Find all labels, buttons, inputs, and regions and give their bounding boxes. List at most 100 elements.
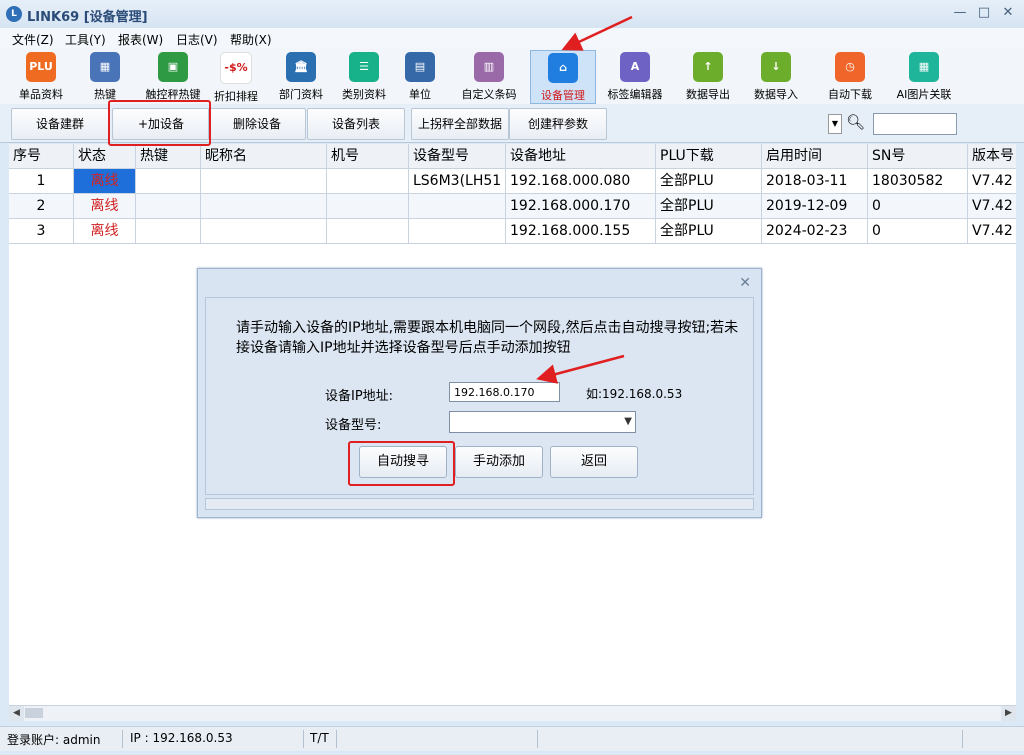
- toolbar-barcode-button[interactable]: ▥ 自定义条码: [456, 50, 522, 102]
- table-cell: LS6M3(LH51: [409, 169, 506, 193]
- filter-dropdown[interactable]: ▼: [828, 114, 842, 134]
- toolbar-label: 单品资料: [19, 88, 63, 101]
- toolbar-unit-button[interactable]: ▤ 单位: [400, 50, 440, 102]
- toolbar-device-button[interactable]: ⌂ 设备管理: [530, 50, 596, 104]
- device-list-button[interactable]: 设备列表: [307, 108, 405, 140]
- table-cell: 1: [9, 169, 74, 193]
- toolbar-label: 类别资料: [342, 88, 386, 101]
- toolbar-label: 折扣排程: [214, 90, 258, 103]
- table-cell: [327, 194, 409, 218]
- dialog-instructions: 请手动输入设备的IP地址,需要跟本机电脑同一个网段,然后点击自动搜寻按钮;若未接…: [236, 320, 739, 356]
- column-header[interactable]: 序号: [9, 144, 74, 168]
- toolbar-keyboard-button[interactable]: ▦ 热键: [82, 50, 128, 102]
- table-row[interactable]: 1 离线 LS6M3(LH51 192.168.000.080 全部PLU 2018-03…: [9, 169, 1016, 194]
- menu-log[interactable]: 日志(V): [176, 31, 218, 48]
- toolbar-label-editor-button[interactable]: A 标签编辑器: [600, 50, 670, 102]
- toolbar-label: 自动下载: [828, 88, 872, 101]
- minimize-button[interactable]: —: [951, 4, 969, 22]
- toolbar-export-button[interactable]: ↑ 数据导出: [680, 50, 736, 102]
- dialog-body: 请手动输入设备的IP地址,需要跟本机电脑同一个网段,然后点击自动搜寻按钮;若未接…: [205, 297, 754, 495]
- device-model-select[interactable]: ▼: [449, 411, 636, 433]
- search-input[interactable]: [873, 113, 957, 135]
- toolbar-label: 部门资料: [279, 88, 323, 101]
- upload-all-data-button[interactable]: 上拐秤全部数据: [411, 108, 509, 140]
- column-header[interactable]: 机号: [327, 144, 409, 168]
- highlight-auto-search: [348, 441, 455, 486]
- table-cell: [136, 219, 201, 243]
- column-header[interactable]: 热键: [136, 144, 201, 168]
- table-cell: [327, 219, 409, 243]
- menu-reports[interactable]: 报表(W): [118, 31, 163, 48]
- toolbar-label: 标签编辑器: [607, 88, 663, 101]
- category-icon: ☰: [349, 52, 379, 82]
- group-devices-button[interactable]: 设备建群: [11, 108, 109, 140]
- toolbar-category-button[interactable]: ☰ 类别资料: [334, 50, 394, 102]
- table-cell: [409, 219, 506, 243]
- toolbar-label: 数据导入: [754, 88, 798, 101]
- table-cell: V7.42: [968, 194, 1016, 218]
- column-header[interactable]: 状态: [74, 144, 136, 168]
- table-cell: 2018-03-11: [762, 169, 868, 193]
- table-cell: 2: [9, 194, 74, 218]
- column-header[interactable]: 启用时间: [762, 144, 868, 168]
- table-cell: 离线: [74, 219, 136, 243]
- column-header[interactable]: 设备地址: [506, 144, 656, 168]
- app-window: L LINK69 [设备管理] — □ ✕ 文件(Z) 工具(Y) 报表(W) …: [0, 0, 1024, 755]
- search-icon[interactable]: 🔍︎: [846, 113, 865, 131]
- toolbar-ai-image-button[interactable]: ▦ AI图片关联: [888, 50, 960, 102]
- toolbar-label: AI图片关联: [896, 88, 952, 101]
- keyboard-icon: ▦: [90, 52, 120, 82]
- toolbar-department-button[interactable]: 🏛 部门资料: [272, 50, 330, 102]
- table-row[interactable]: 3 离线 192.168.000.155 全部PLU 2024-02-23 0 V7.42: [9, 219, 1016, 244]
- manual-add-button[interactable]: 手动添加: [455, 446, 543, 478]
- maximize-button[interactable]: □: [975, 4, 993, 22]
- device-icon: ⌂: [548, 53, 578, 83]
- table-cell: [136, 169, 201, 193]
- table-cell: [201, 169, 327, 193]
- column-header[interactable]: PLU下载: [656, 144, 762, 168]
- status-account: 登录账户: admin: [7, 733, 101, 747]
- column-header[interactable]: 版本号: [968, 144, 1016, 168]
- toolbar-touch-scale-button[interactable]: ▣ 触控秤热键: [138, 50, 208, 102]
- toolbar-timer-button[interactable]: ◷ 自动下载: [822, 50, 878, 102]
- highlight-add-device: [108, 100, 211, 146]
- column-header[interactable]: 设备型号: [409, 144, 506, 168]
- table-cell: [201, 194, 327, 218]
- table-cell: 192.168.000.170: [506, 194, 656, 218]
- scroll-thumb[interactable]: [25, 708, 43, 718]
- horizontal-scrollbar[interactable]: ◀ ▶: [9, 705, 1016, 721]
- column-header[interactable]: 昵称名: [201, 144, 327, 168]
- window-title: LINK69 [设备管理]: [27, 10, 148, 25]
- table-cell: V7.42: [968, 169, 1016, 193]
- dialog-scrollbar: [205, 498, 754, 510]
- create-scale-params-button[interactable]: 创建秤参数: [509, 108, 607, 140]
- toolbar-plu-button[interactable]: PLU 单品资料: [10, 50, 72, 102]
- table-cell: 全部PLU: [656, 219, 762, 243]
- table-cell: [201, 219, 327, 243]
- toolbar-label: 自定义条码: [461, 88, 517, 101]
- menu-tools[interactable]: 工具(Y): [65, 31, 106, 48]
- plu-icon: PLU: [26, 52, 56, 82]
- menu-file[interactable]: 文件(Z): [12, 31, 54, 48]
- table-cell: 3: [9, 219, 74, 243]
- table-cell: [409, 194, 506, 218]
- column-header[interactable]: SN号: [868, 144, 968, 168]
- back-button[interactable]: 返回: [550, 446, 638, 478]
- scroll-right-icon[interactable]: ▶: [1001, 706, 1016, 721]
- ip-address-input[interactable]: 192.168.0.170: [449, 382, 560, 402]
- table-cell: 192.168.000.155: [506, 219, 656, 243]
- table-cell: 全部PLU: [656, 194, 762, 218]
- scroll-left-icon[interactable]: ◀: [9, 706, 24, 721]
- menu-help[interactable]: 帮助(X): [230, 31, 272, 48]
- toolbar-import-button[interactable]: ↓ 数据导入: [748, 50, 804, 102]
- close-button[interactable]: ✕: [999, 4, 1017, 22]
- delete-device-button[interactable]: 删除设备: [208, 108, 306, 140]
- chevron-down-icon: ▼: [624, 416, 632, 427]
- unit-icon: ▤: [405, 52, 435, 82]
- toolbar-label: 设备管理: [541, 89, 585, 102]
- status-ip: IP : 192.168.0.53: [130, 731, 233, 745]
- toolbar-discount-button[interactable]: -$% 折扣排程: [208, 50, 264, 103]
- discount-icon: -$%: [220, 52, 252, 84]
- table-row[interactable]: 2 离线 192.168.000.170 全部PLU 2019-12-09 0 V7.42: [9, 194, 1016, 219]
- dialog-close-icon[interactable]: ✕: [739, 275, 751, 291]
